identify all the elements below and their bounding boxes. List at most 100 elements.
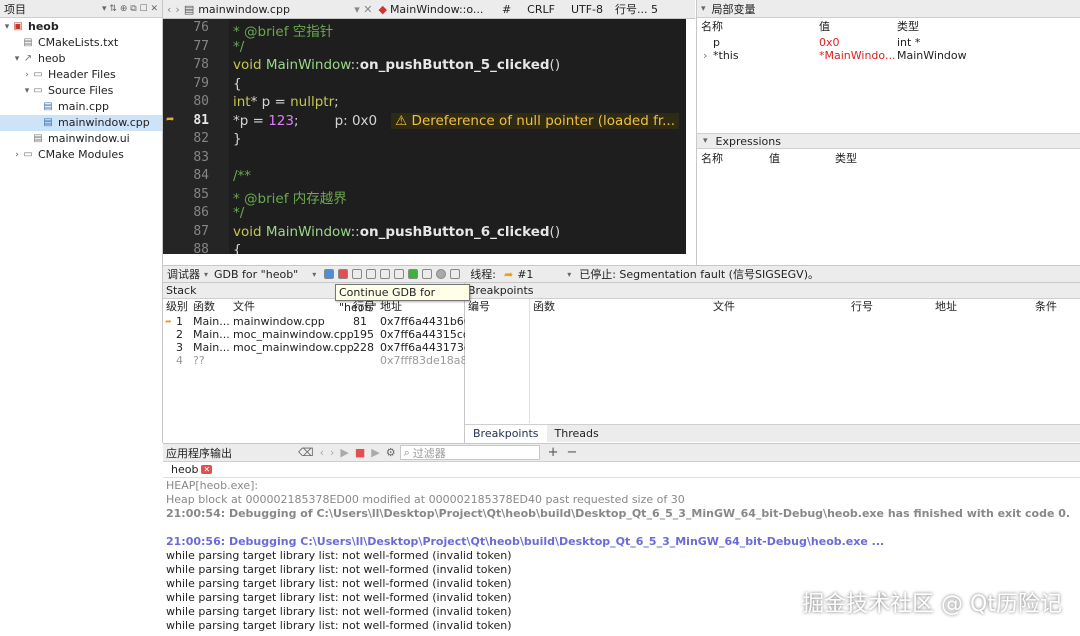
- filter-input[interactable]: ⌕ 过滤器: [399, 445, 540, 460]
- line-number: 88: [193, 242, 209, 257]
- code-token: void: [233, 223, 266, 240]
- tree-item-label: mainwindow.cpp: [58, 116, 150, 129]
- restart-icon[interactable]: [394, 269, 405, 279]
- continue-icon[interactable]: [324, 269, 335, 279]
- step-into-icon[interactable]: [366, 269, 377, 279]
- stack-row[interactable]: 4?? 0x7fff83de18a8: [163, 354, 467, 367]
- tree-item[interactable]: ▾ ▭ Source Files: [0, 83, 162, 99]
- breakpoint-toggle-icon[interactable]: [436, 269, 447, 279]
- locals-row[interactable]: p 0x0 int *: [697, 36, 1080, 49]
- screenshot-icon[interactable]: [450, 269, 461, 279]
- stop-icon[interactable]: ■: [355, 446, 371, 459]
- col-line: 行号: [851, 300, 873, 313]
- dropdown-icon[interactable]: ▾: [312, 270, 322, 279]
- cpp-file-icon: ▤: [43, 117, 53, 128]
- tree-item-label: Source Files: [48, 84, 114, 97]
- encoding-selector[interactable]: UTF-8: [563, 3, 611, 16]
- add-icon[interactable]: +: [540, 445, 567, 460]
- close-icon[interactable]: ✕: [201, 465, 213, 474]
- code-token: ;: [294, 112, 299, 129]
- collapse-icon[interactable]: ▾: [703, 136, 708, 146]
- debugger-label: 调试器: [167, 268, 200, 281]
- nav-forward-icon[interactable]: ›: [175, 3, 183, 16]
- disassembly-icon[interactable]: [422, 269, 433, 279]
- warning-text: Dereference of null pointer (loaded fr..…: [411, 112, 676, 129]
- line-number: 86: [193, 205, 209, 220]
- dropdown-icon[interactable]: ▾: [204, 270, 214, 279]
- expand-arrow-icon[interactable]: ▾: [2, 19, 12, 35]
- reload-icon[interactable]: [408, 269, 419, 279]
- thread-selector[interactable]: #1: [517, 268, 567, 281]
- ui-file-icon: ▤: [33, 133, 43, 144]
- warning-annotation[interactable]: ⚠ Dereference of null pointer (loaded fr…: [391, 112, 680, 129]
- collapse-icon[interactable]: ▾: [701, 4, 706, 14]
- expand-arrow-icon[interactable]: ›: [703, 49, 707, 62]
- tab-breakpoints[interactable]: Breakpoints: [465, 424, 547, 443]
- tree-item[interactable]: ▤ CMakeLists.txt: [0, 35, 162, 51]
- nav-back-icon[interactable]: ‹: [163, 3, 175, 16]
- tab-threads[interactable]: Threads: [547, 425, 607, 443]
- next-icon[interactable]: ›: [330, 446, 340, 459]
- code-token: 内存越界: [292, 190, 347, 207]
- engine-selector[interactable]: GDB for "heob": [214, 268, 312, 281]
- tree-item[interactable]: › ▭ CMake Modules: [0, 147, 162, 163]
- locals-row[interactable]: *this *MainWindo... MainWindow ›: [697, 49, 1080, 62]
- minimize-icon[interactable]: −: [567, 445, 578, 460]
- step-over-icon[interactable]: [352, 269, 363, 279]
- breakpoints-column-header: 编号 函数 文件 行号 地址 条件: [465, 299, 1080, 315]
- output-tab-heob[interactable]: heob ✕: [163, 462, 216, 478]
- function-icon: ◆: [378, 2, 387, 16]
- tree-item[interactable]: ▤ mainwindow.cpp: [0, 115, 162, 131]
- output-panel: 应用程序输出 ⌫ ‹ › ▶ ■ ▶ ⚙ ⌕ 过滤器 + − heob ✕ HE…: [163, 443, 1080, 636]
- stack-row[interactable]: 1 Main... mainwindow.cpp 81 0x7ff6a4431b66 ➦: [163, 315, 471, 328]
- tree-item[interactable]: › ▭ Header Files: [0, 67, 162, 83]
- position-indicator[interactable]: 行号... 5: [611, 1, 662, 17]
- code-editor[interactable]: * @brief 空指针 */void MainWindow::on_pushB…: [229, 19, 686, 254]
- stack-func: Main...: [193, 315, 230, 328]
- panel-toolbar-icons[interactable]: ▾ ⇅ ⊕ ⧉ ☐ ✕: [102, 4, 158, 14]
- run-icon[interactable]: ▶: [340, 446, 354, 459]
- code-token: }: [233, 131, 242, 147]
- expand-arrow-icon[interactable]: ›: [22, 67, 32, 83]
- line-ending-selector[interactable]: CRLF: [519, 3, 563, 16]
- tree-item[interactable]: ▤ mainwindow.ui: [0, 131, 162, 147]
- col-address: 地址: [380, 300, 402, 313]
- stack-file: moc_mainwindow.cpp: [233, 328, 354, 341]
- stack-row[interactable]: 3 Main... moc_mainwindow.cpp 228 0x7ff6a4431…: [163, 341, 471, 354]
- code-line: void MainWindow::on_pushButton_6_clicked…: [233, 224, 560, 240]
- expand-arrow-icon[interactable]: ›: [12, 147, 22, 163]
- prev-icon[interactable]: ‹: [320, 446, 330, 459]
- col-file: 文件: [713, 300, 735, 313]
- stop-icon[interactable]: [338, 269, 349, 279]
- tab-dropdown-icon[interactable]: ▾ ✕: [348, 3, 378, 16]
- tab-file[interactable]: mainwindow.cpp: [198, 3, 348, 16]
- tree-item[interactable]: ▾ ▣ heob: [0, 19, 162, 35]
- attach-icon[interactable]: ▶: [371, 446, 385, 459]
- expand-arrow-icon[interactable]: ▾: [12, 51, 22, 67]
- stack-row[interactable]: 2 Main... moc_mainwindow.cpp 195 0x7ff6a4431…: [163, 328, 470, 341]
- code-token: 空指针: [292, 24, 334, 40]
- hash-button[interactable]: #: [494, 3, 519, 16]
- locals-column-header: 名称 值 类型: [697, 18, 1080, 36]
- editor-gutter[interactable]: ➦ 76 77 78 79 80 81 82 83 84 85 86 87 88: [163, 19, 229, 257]
- code-token: MainWindow: [265, 57, 351, 73]
- tree-item[interactable]: ▤ main.cpp: [0, 99, 162, 115]
- tree-item[interactable]: ▾ ↗ heob: [0, 51, 162, 67]
- tree-item-label: Header Files: [48, 68, 116, 81]
- line-number: 87: [193, 223, 209, 239]
- dropdown-icon[interactable]: ▾: [567, 270, 579, 279]
- debug-status: 已停止: Segmentation fault (信号SIGSEGV)。: [579, 268, 819, 281]
- settings-icon[interactable]: ⚙: [386, 446, 400, 459]
- stack-line: 81: [353, 315, 367, 328]
- code-line: *p = 123; p: 0x0 ⚠ Dereference of null poi…: [233, 112, 680, 129]
- debugger-toolbar: 调试器 ▾ GDB for "heob" ▾ 线程: ➦ #1 ▾ 已停止: S…: [163, 265, 1080, 283]
- line-number: 82: [193, 131, 209, 146]
- expand-arrow-icon[interactable]: ▾: [22, 83, 32, 99]
- function-selector[interactable]: MainWindow::o...: [390, 3, 494, 16]
- code-token: void: [233, 57, 266, 73]
- col-value: 值: [819, 20, 830, 33]
- step-out-icon[interactable]: [380, 269, 391, 279]
- clear-output-icon[interactable]: ⌫: [298, 446, 320, 459]
- output-line: 21:00:54: Debugging of C:\Users\ll\Deskt…: [166, 507, 1071, 520]
- code-token: ::: [350, 223, 360, 240]
